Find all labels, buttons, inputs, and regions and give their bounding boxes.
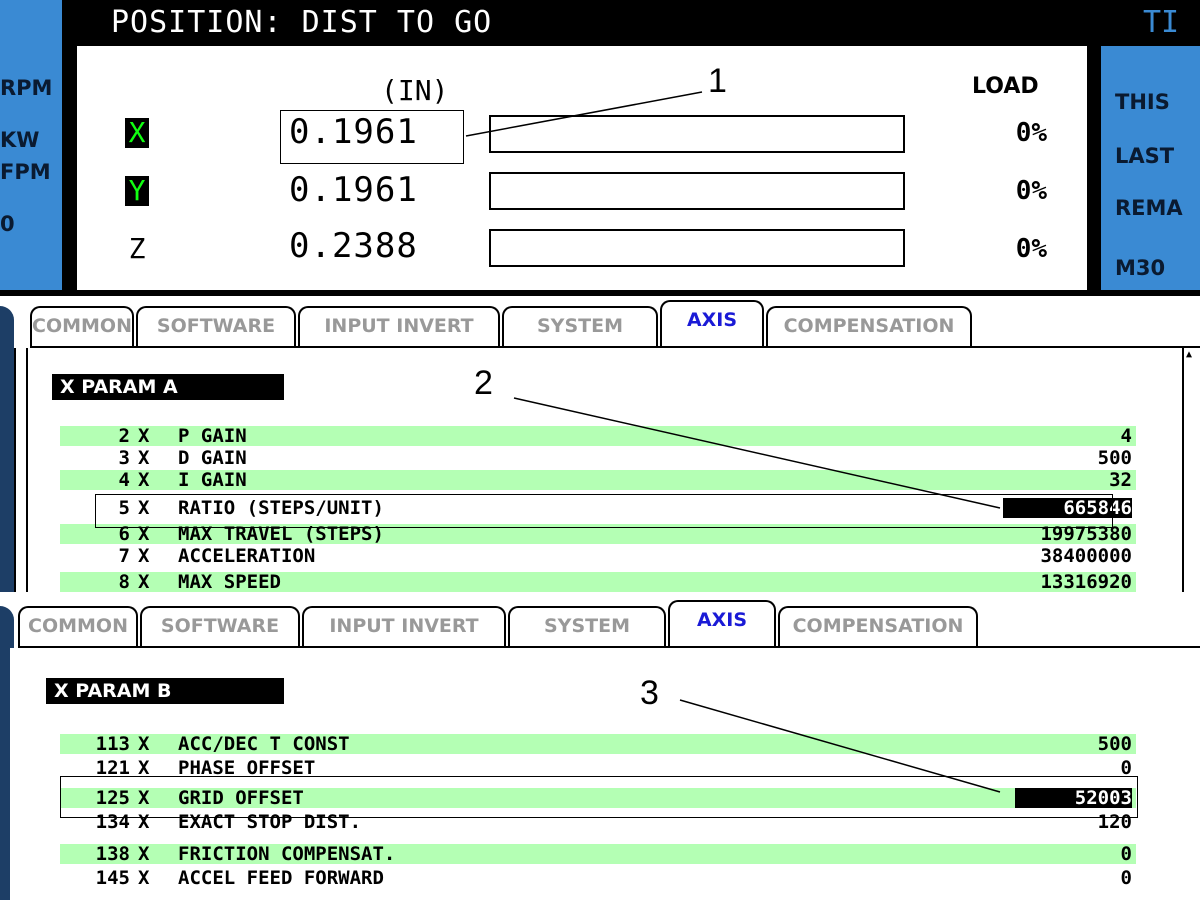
leader-line-1 — [465, 91, 703, 137]
callout-leader-lines — [465, 91, 1001, 793]
leader-line-2 — [513, 397, 1001, 509]
leader-line-3 — [679, 699, 1001, 793]
